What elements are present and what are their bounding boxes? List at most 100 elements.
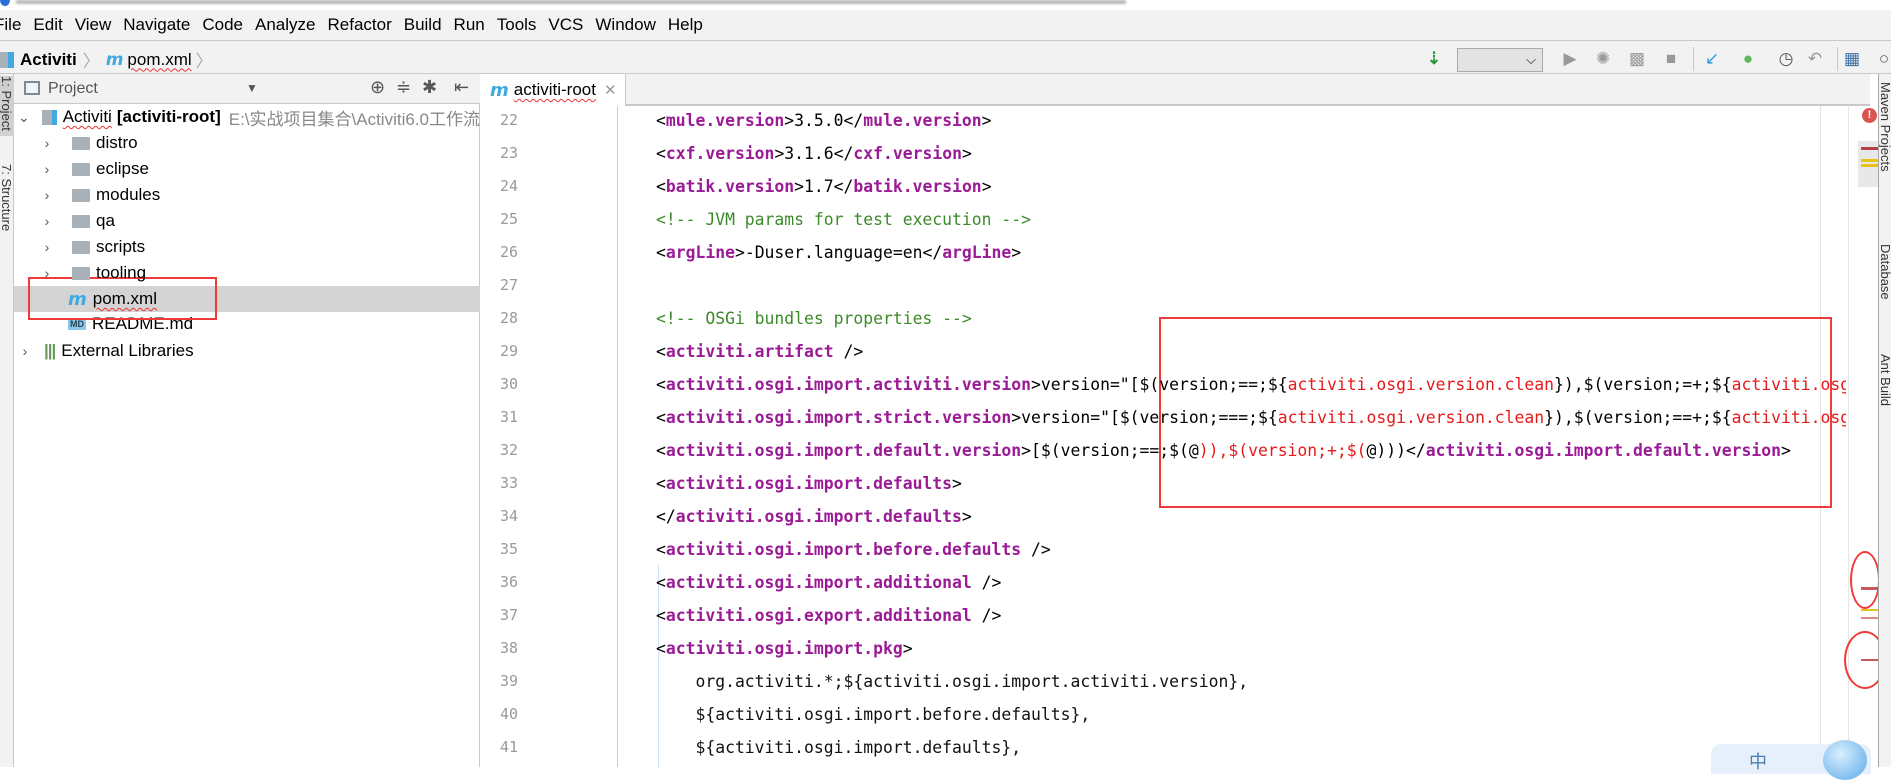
code-line[interactable]: <cxf.version>3.1.6</cxf.version> (656, 137, 1846, 170)
menu-analyze[interactable]: Analyze (255, 15, 315, 35)
chevron-right-icon[interactable]: › (18, 343, 32, 359)
editor-tab-activiti-root[interactable]: m activiti-root ✕ (480, 74, 626, 106)
code-line[interactable]: <argLine>-Duser.language=en</argLine> (656, 236, 1846, 269)
breadcrumb-file[interactable]: pom.xml (127, 50, 191, 70)
coverage-icon[interactable]: ▩ (1627, 49, 1647, 69)
vcs-commit-icon[interactable]: ● (1738, 49, 1758, 69)
error-marker[interactable] (1861, 617, 1879, 619)
tree-item-folder[interactable]: › eclipse (14, 156, 480, 182)
xml-tag-name: batik.version (853, 177, 982, 196)
chevron-right-icon[interactable]: › (40, 187, 54, 203)
tree-item-folder[interactable]: › modules (14, 182, 480, 208)
tree-item-folder[interactable]: › distro (14, 130, 480, 156)
code-line[interactable]: <activiti.osgi.import.before.defaults /> (656, 533, 1846, 566)
collapse-all-icon[interactable]: ≑ (396, 77, 411, 98)
menu-bar: File Edit View Navigate Code Analyze Refactor B… (0, 10, 1891, 40)
code-line[interactable]: </activiti.osgi.import.defaults> (656, 500, 1846, 533)
tool-tab-maven-projects[interactable]: Maven Projects (1879, 82, 1891, 182)
tool-tab-ant-build[interactable]: Ant Build (1879, 354, 1891, 444)
chevron-right-icon[interactable]: › (40, 135, 54, 151)
build-project-icon[interactable]: ⇣ (1424, 49, 1444, 69)
chevron-down-icon[interactable]: ⌄ (18, 109, 30, 126)
revert-icon[interactable]: ↶ (1805, 49, 1825, 69)
ime-toolbar[interactable]: 中 (1711, 740, 1871, 780)
gear-icon[interactable]: ✱ (422, 77, 437, 98)
code-line[interactable]: <batik.version>1.7</batik.version> (656, 170, 1846, 203)
project-structure-icon[interactable]: ▦ (1842, 49, 1862, 69)
code-text: ${activiti.osgi.import.before.defaults}, (656, 705, 1091, 724)
chevron-right-icon[interactable]: › (40, 213, 54, 229)
chevron-right-icon[interactable]: › (40, 161, 54, 177)
menu-help[interactable]: Help (668, 15, 703, 35)
warning-marker[interactable] (1861, 159, 1879, 162)
toolbar-separator (1837, 47, 1838, 71)
menu-file[interactable]: File (0, 15, 21, 35)
menu-code[interactable]: Code (202, 15, 243, 35)
menu-vcs[interactable]: VCS (548, 15, 583, 35)
folder-name: eclipse (96, 159, 149, 178)
tool-tab-structure[interactable]: 7: Structure (0, 164, 14, 244)
error-icon[interactable]: ! (1862, 108, 1877, 123)
code-line[interactable]: <activiti.artifact /> (656, 335, 1846, 368)
code-line[interactable]: <activiti.osgi.import.default.version>[$… (656, 434, 1846, 467)
tree-item-folder[interactable]: › scripts (14, 234, 480, 260)
search-icon[interactable]: ○ (1874, 49, 1891, 69)
code-line[interactable] (656, 269, 1846, 302)
error-marker[interactable] (1861, 147, 1879, 150)
code-line[interactable]: <activiti.osgi.import.pkg> (656, 632, 1846, 665)
vcs-update-icon[interactable]: ↙ (1702, 49, 1722, 69)
menu-tools[interactable]: Tools (497, 15, 537, 35)
tree-root[interactable]: ⌄ Activiti [activiti-root] E:\实战项目集合\Act… (14, 104, 480, 130)
menu-view[interactable]: View (75, 15, 112, 35)
code-line[interactable]: <!-- JVM params for test execution --> (656, 203, 1846, 236)
tab-label: activiti-root (513, 80, 596, 99)
menu-navigate[interactable]: Navigate (123, 15, 190, 35)
tree-item-folder[interactable]: › tooling (14, 260, 480, 286)
xml-tag-name: activiti.osgi.import.default.version (665, 441, 1022, 460)
xml-tag-name: activiti.artifact (665, 342, 834, 361)
code-line[interactable]: org.activiti.*;${activiti.osgi.import.ac… (656, 665, 1846, 698)
view-dropdown-icon[interactable]: ▼ (246, 81, 258, 95)
ime-language[interactable]: 中 (1749, 748, 1767, 774)
locate-icon[interactable]: ⊕ (370, 77, 385, 98)
menu-window[interactable]: Window (595, 15, 655, 35)
window-title-bar (0, 0, 1891, 10)
stop-icon[interactable]: ■ (1661, 49, 1681, 69)
vcs-history-icon[interactable]: ◷ (1776, 49, 1796, 69)
warning-marker[interactable] (1861, 164, 1879, 167)
line-number: 35 (500, 540, 519, 558)
code-line[interactable]: ${activiti.osgi.import.defaults}, (656, 731, 1846, 764)
code-line[interactable]: <activiti.osgi.import.strict.version>ver… (656, 401, 1846, 434)
tree-item-folder[interactable]: › qa (14, 208, 480, 234)
code-line[interactable]: <!-- OSGi bundles properties --> (656, 302, 1846, 335)
code-line[interactable]: <mule.version>3.5.0</mule.version> (656, 104, 1846, 137)
chevron-right-icon[interactable]: › (40, 239, 54, 255)
hide-panel-icon[interactable]: ⇤ (454, 77, 469, 98)
code-line[interactable]: <activiti.osgi.import.additional /> (656, 566, 1846, 599)
code-line[interactable]: <activiti.osgi.import.activiti.version>v… (656, 368, 1846, 401)
line-number-gutter: 22 23 24 25 26 27 28 29 30 31 32 33 34 35 36 37 38 39 40 41 (480, 106, 618, 767)
code-text: > (981, 111, 992, 130)
tool-tab-project[interactable]: 1: Project (0, 76, 14, 136)
project-folder-icon (0, 51, 14, 68)
close-icon[interactable]: ✕ (604, 81, 617, 99)
run-icon[interactable]: ▶ (1560, 49, 1580, 69)
menu-refactor[interactable]: Refactor (327, 15, 391, 35)
menu-edit[interactable]: Edit (33, 15, 62, 35)
menu-build[interactable]: Build (404, 15, 442, 35)
menu-run[interactable]: Run (454, 15, 485, 35)
code-line[interactable]: <activiti.osgi.import.defaults> (656, 467, 1846, 500)
code-line[interactable]: <activiti.osgi.export.additional /> (656, 599, 1846, 632)
tree-item-external-libraries[interactable]: › ||| External Libraries (14, 338, 480, 364)
breadcrumb-project[interactable]: Activiti (20, 50, 77, 70)
run-config-dropdown[interactable]: ⌵ (1457, 48, 1543, 72)
folder-icon (72, 240, 90, 254)
chevron-right-icon[interactable]: › (40, 265, 54, 281)
debug-icon[interactable]: ✺ (1593, 49, 1613, 69)
code-line[interactable]: ${activiti.osgi.import.before.defaults}, (656, 698, 1846, 731)
xml-tag-name: argLine (942, 243, 1012, 262)
project-view-label[interactable]: Project (48, 80, 98, 98)
tool-tab-database[interactable]: Database (1879, 244, 1891, 334)
warning-marker[interactable] (1861, 609, 1879, 611)
xml-tag-name: activiti.osgi.export.additional (665, 606, 972, 625)
